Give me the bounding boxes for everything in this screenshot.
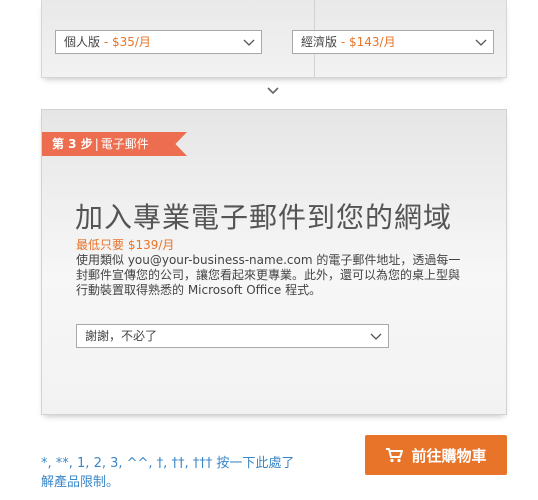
plan-select-economy[interactable]: 經濟版 - $143/月: [292, 30, 494, 54]
product-limits-link[interactable]: *, **, 1, 2, 3, ^^, †, ††, ††† 按一下此處了解產品…: [41, 454, 303, 492]
step-number: 第 3 步: [52, 137, 93, 151]
email-step-panel: 第 3 步 | 電子郵件 加入專業電子郵件到您的網域 最低只要 $139/月 使用類…: [41, 109, 507, 415]
go-to-cart-button[interactable]: 前往購物車: [365, 435, 507, 475]
plan-price: $35/月: [111, 35, 151, 49]
chevron-down-icon: [475, 39, 487, 46]
plan-separator: -: [100, 35, 112, 49]
plan-name: 經濟版: [301, 35, 338, 49]
plan-separator: -: [337, 35, 349, 49]
step-title: 電子郵件: [100, 137, 149, 151]
plan-select-personal[interactable]: 個人版 - $35/月: [55, 30, 262, 54]
plan-price: $143/月: [348, 35, 396, 49]
section-headline: 加入專業電子郵件到您的網域: [75, 201, 453, 234]
chevron-down-icon: [370, 333, 382, 340]
email-option-select[interactable]: 謝謝，不必了: [76, 324, 389, 348]
chevron-down-icon: [267, 87, 279, 95]
email-option-value: 謝謝，不必了: [85, 329, 158, 343]
step-separator: |: [94, 137, 99, 151]
plan-name: 個人版: [64, 35, 101, 49]
plan-selection-panel: 個人版 - $35/月 經濟版 - $143/月: [41, 0, 507, 78]
step-ribbon: 第 3 步 | 電子郵件: [42, 132, 187, 156]
cart-icon: [386, 448, 404, 463]
cart-button-label: 前往購物車: [411, 446, 487, 465]
section-description: 使用類似 you@your-business-name.com 的電子郵件地址，…: [76, 253, 461, 297]
starting-price: 最低只要 $139/月: [76, 238, 175, 252]
chevron-down-icon: [243, 39, 255, 46]
